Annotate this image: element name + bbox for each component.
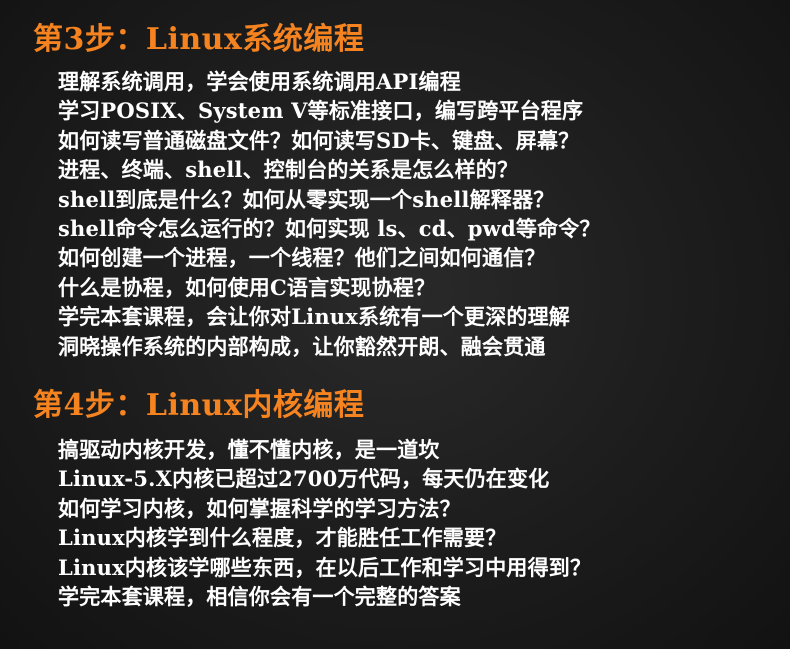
step3-line: 如何创建一个进程，一个线程？他们之间如何通信？: [58, 245, 546, 271]
step3-heading: 第3步：Linux系统编程: [33, 22, 365, 57]
step4-list: 搞驱动内核开发，懂不懂内核，是一道坎 Linux-5.X内核已超过2700万代码…: [58, 435, 591, 611]
step4-line: 搞驱动内核开发，懂不懂内核，是一道坎: [58, 437, 440, 462]
step4-line: 如何学习内核，如何掌握科学的学习方法？: [58, 495, 461, 521]
step3-line: 理解系统调用，学会使用系统调用API编程: [58, 69, 461, 94]
step3-line: 如何读写普通磁盘文件？如何读写SD卡、键盘、屏幕？: [58, 127, 580, 153]
step4-line: 学完本套课程，相信你会有一个完整的答案: [58, 583, 461, 609]
step3-list: 理解系统调用，学会使用系统调用API编程 学习POSIX、System V等标准…: [58, 67, 601, 361]
step4-heading: 第4步：Linux内核编程: [33, 388, 365, 423]
step3-line: 进程、终端、shell、控制台的关系是怎么样的？: [58, 157, 519, 183]
step4-line: Linux内核学到什么程度，才能胜任工作需要？: [58, 525, 507, 551]
step4-line: Linux-5.X内核已超过2700万代码，每天仍在变化: [58, 466, 550, 492]
step3-line: 学完本套课程，会让你对Linux系统有一个更深的理解: [58, 304, 570, 330]
step3-line: 洞晓操作系统的内部构成，让你豁然开朗、融会贯通: [58, 333, 546, 359]
step3-line: 什么是协程，如何使用C语言实现协程？: [58, 274, 436, 300]
step3-line: shell命令怎么运行的？如何实现 ls、cd、pwd等命令？: [58, 215, 601, 241]
step4-line: Linux内核该学哪些东西，在以后工作和学习中用得到？: [58, 554, 592, 580]
step3-line: shell到底是什么？如何从零实现一个shell解释器？: [58, 186, 555, 212]
step3-line: 学习POSIX、System V等标准接口，编写跨平台程序: [58, 98, 584, 124]
